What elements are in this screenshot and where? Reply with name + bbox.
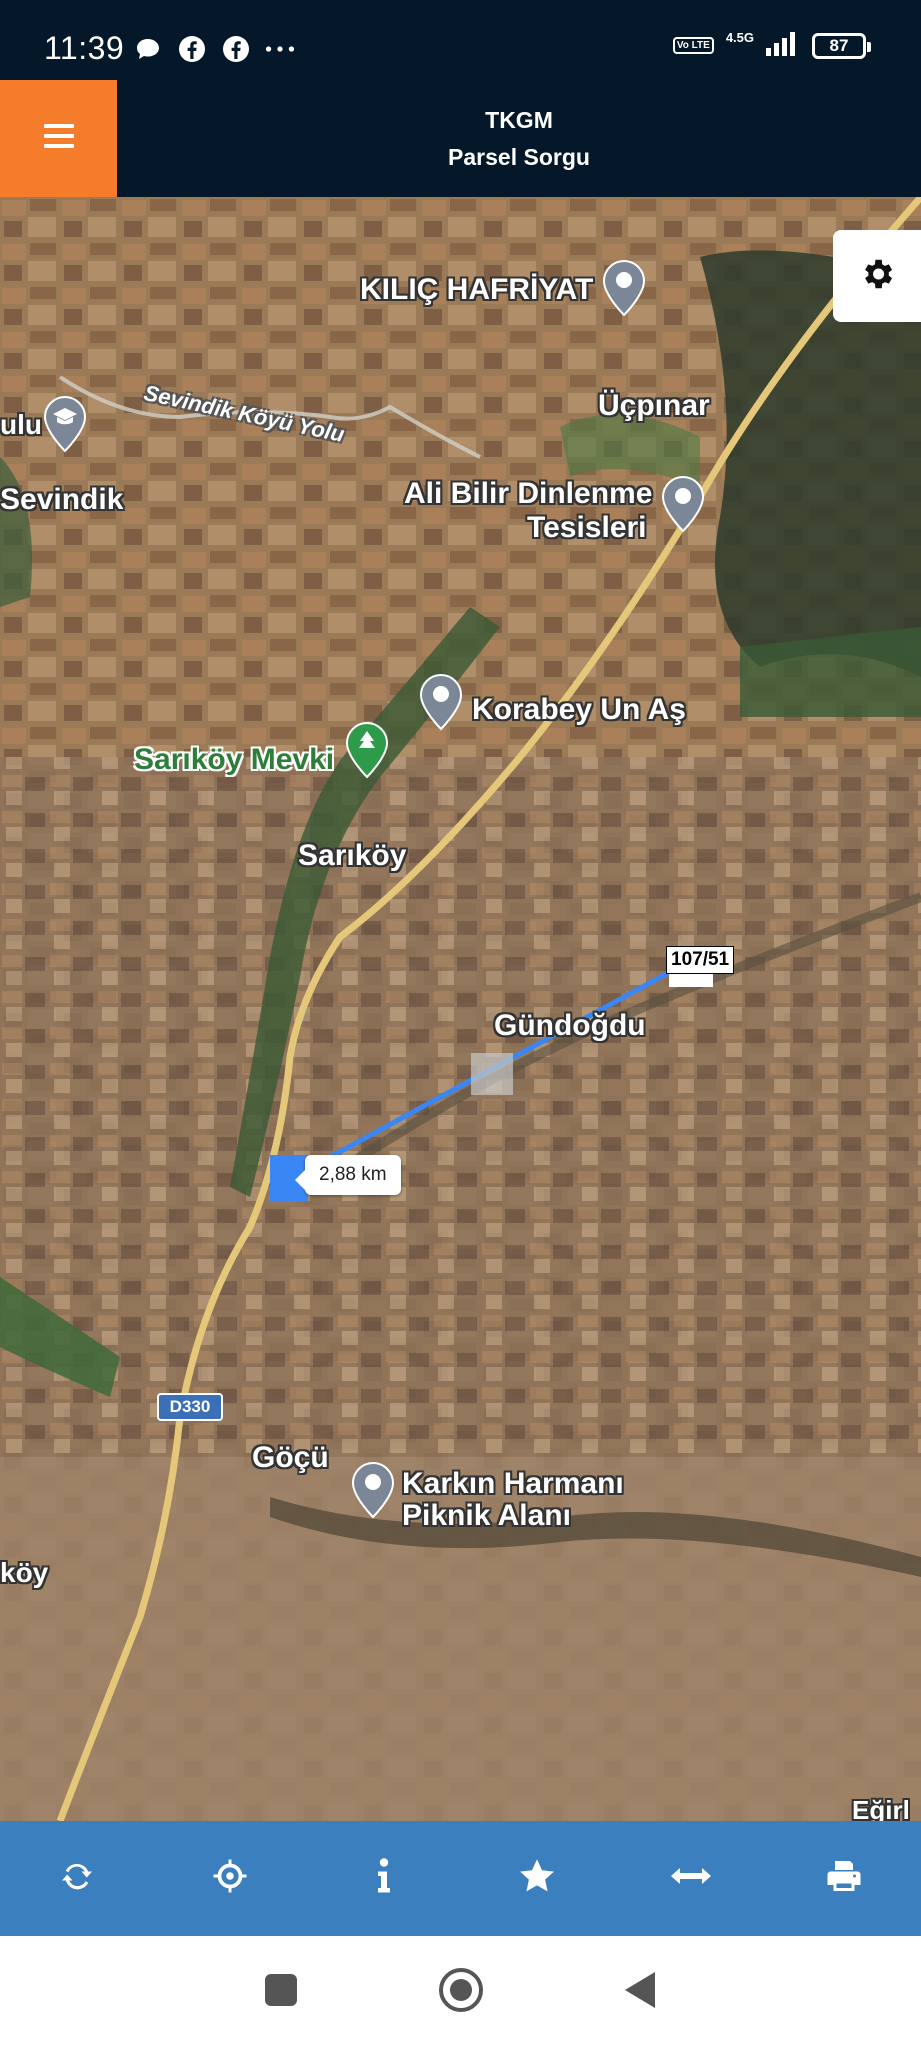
map-label-karkin: Karkın Harmanı <box>402 1467 624 1500</box>
measure-icon <box>670 1864 711 1893</box>
status-notification-icons <box>133 34 295 64</box>
menu-button[interactable] <box>0 80 117 197</box>
map-label-koy: köy <box>0 1557 49 1588</box>
battery-indicator: 87 <box>812 32 871 59</box>
status-time: 11:39 <box>44 30 125 66</box>
bottom-toolbar <box>0 1821 921 1936</box>
map-highlight-square <box>471 1053 513 1095</box>
info-icon <box>374 1858 394 1899</box>
facebook-icon <box>177 34 207 64</box>
favorite-button[interactable] <box>497 1839 577 1919</box>
facebook-icon <box>221 34 251 64</box>
recent-apps-button[interactable] <box>251 1962 311 2022</box>
signal-icon <box>766 30 800 61</box>
map-pin-icon[interactable] <box>418 673 464 731</box>
star-icon <box>518 1857 556 1900</box>
print-button[interactable] <box>804 1839 884 1919</box>
header-titles: TKGM Parsel Sorgu <box>117 80 921 197</box>
status-bar: 11:39 Vo LTE 4.5G 87 <box>0 0 921 80</box>
map-label-egirl: Eğirl <box>852 1795 910 1821</box>
map-label-gundogdu: Gündoğdu <box>494 1009 646 1042</box>
map-label-gocu: Göçü <box>252 1441 329 1474</box>
map-label-korabey: Korabey Un Aş <box>472 693 686 726</box>
network-type: 4.5G <box>725 30 754 45</box>
map-label-ali-bilir: Ali Bilir Dinlenme <box>404 477 653 510</box>
parcel-label[interactable]: 107/51 <box>666 946 735 974</box>
back-icon <box>623 1970 659 2015</box>
home-icon <box>437 1966 485 2019</box>
refresh-button[interactable] <box>37 1839 117 1919</box>
distance-tooltip: 2,88 km <box>295 1155 401 1195</box>
app-header: TKGM Parsel Sorgu <box>0 80 921 197</box>
map-settings-button[interactable] <box>833 230 921 322</box>
map-label-kilic-hafriyat: KILIÇ HAFRİYAT <box>360 273 594 306</box>
app-subtitle: Parsel Sorgu <box>448 143 590 170</box>
map-label-karkin-2: Piknik Alanı <box>402 1499 571 1532</box>
print-icon <box>826 1858 862 1899</box>
more-dots-icon <box>265 34 295 64</box>
crosshair-icon <box>212 1858 248 1899</box>
map-view[interactable]: KILIÇ HAFRİYAT Üçpınar Ali Bilir Dinlenm… <box>0 197 921 1821</box>
info-button[interactable] <box>344 1839 424 1919</box>
map-label-ucpinar: Üçpınar <box>598 389 710 422</box>
map-label-ulu: ulu <box>0 409 42 440</box>
highway-shield-d330: D330 <box>157 1393 223 1421</box>
measure-button[interactable] <box>651 1839 731 1919</box>
status-system-icons: Vo LTE 4.5G 87 <box>672 30 871 61</box>
park-pin-icon[interactable] <box>344 721 390 779</box>
refresh-icon <box>59 1858 95 1899</box>
school-pin-icon[interactable] <box>42 395 88 453</box>
app-title: TKGM <box>485 106 553 133</box>
map-label-sevindik: Sevindik <box>0 483 124 516</box>
map-pin-icon[interactable] <box>601 259 647 317</box>
map-label-sarikoy: Sarıköy <box>298 839 407 872</box>
home-button[interactable] <box>431 1962 491 2022</box>
volte-badge: Vo LTE <box>672 37 714 54</box>
gear-icon <box>858 255 896 298</box>
map-pin-icon[interactable] <box>660 475 706 533</box>
system-nav-bar <box>0 1936 921 2048</box>
map-pin-icon[interactable] <box>350 1461 396 1519</box>
locate-button[interactable] <box>190 1839 270 1919</box>
back-button[interactable] <box>611 1962 671 2022</box>
map-label-ali-bilir-2: Tesisleri <box>527 511 647 544</box>
chat-icon <box>133 34 163 64</box>
map-label-sarikoy-mevki: Sarıköy Mevki <box>134 743 335 776</box>
recent-apps-icon <box>263 1972 299 2013</box>
hamburger-icon <box>43 123 74 154</box>
satellite-imagery <box>0 197 921 1821</box>
